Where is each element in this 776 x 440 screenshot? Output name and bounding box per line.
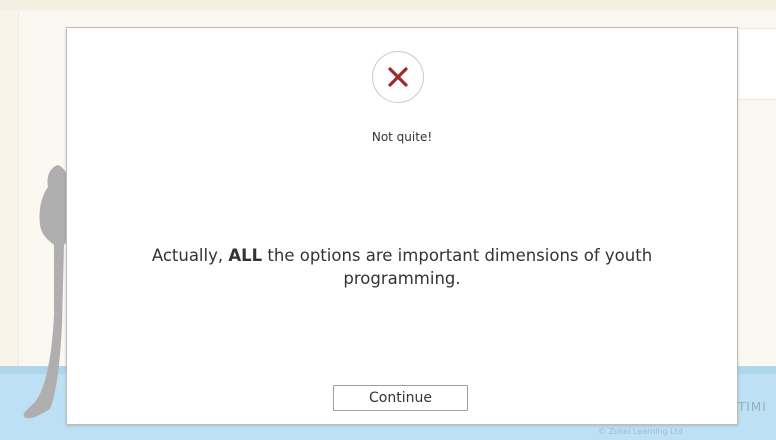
message-prefix: Actually, [151, 246, 229, 265]
x-mark-icon [388, 67, 408, 87]
message-suffix: the options are important dimensions of … [262, 246, 653, 288]
incorrect-status-badge [372, 51, 424, 103]
continue-button[interactable]: Continue [333, 385, 468, 411]
feedback-heading: Not quite! [371, 130, 433, 144]
course-stage: TIMI © Zokei Learning Ltd Not quite! Act… [0, 0, 776, 440]
message-emphasis: ALL [228, 246, 263, 265]
feedback-message: Actually, ALL the options are important … [147, 244, 657, 290]
feedback-dialog: Not quite! Actually, ALL the options are… [66, 27, 738, 425]
